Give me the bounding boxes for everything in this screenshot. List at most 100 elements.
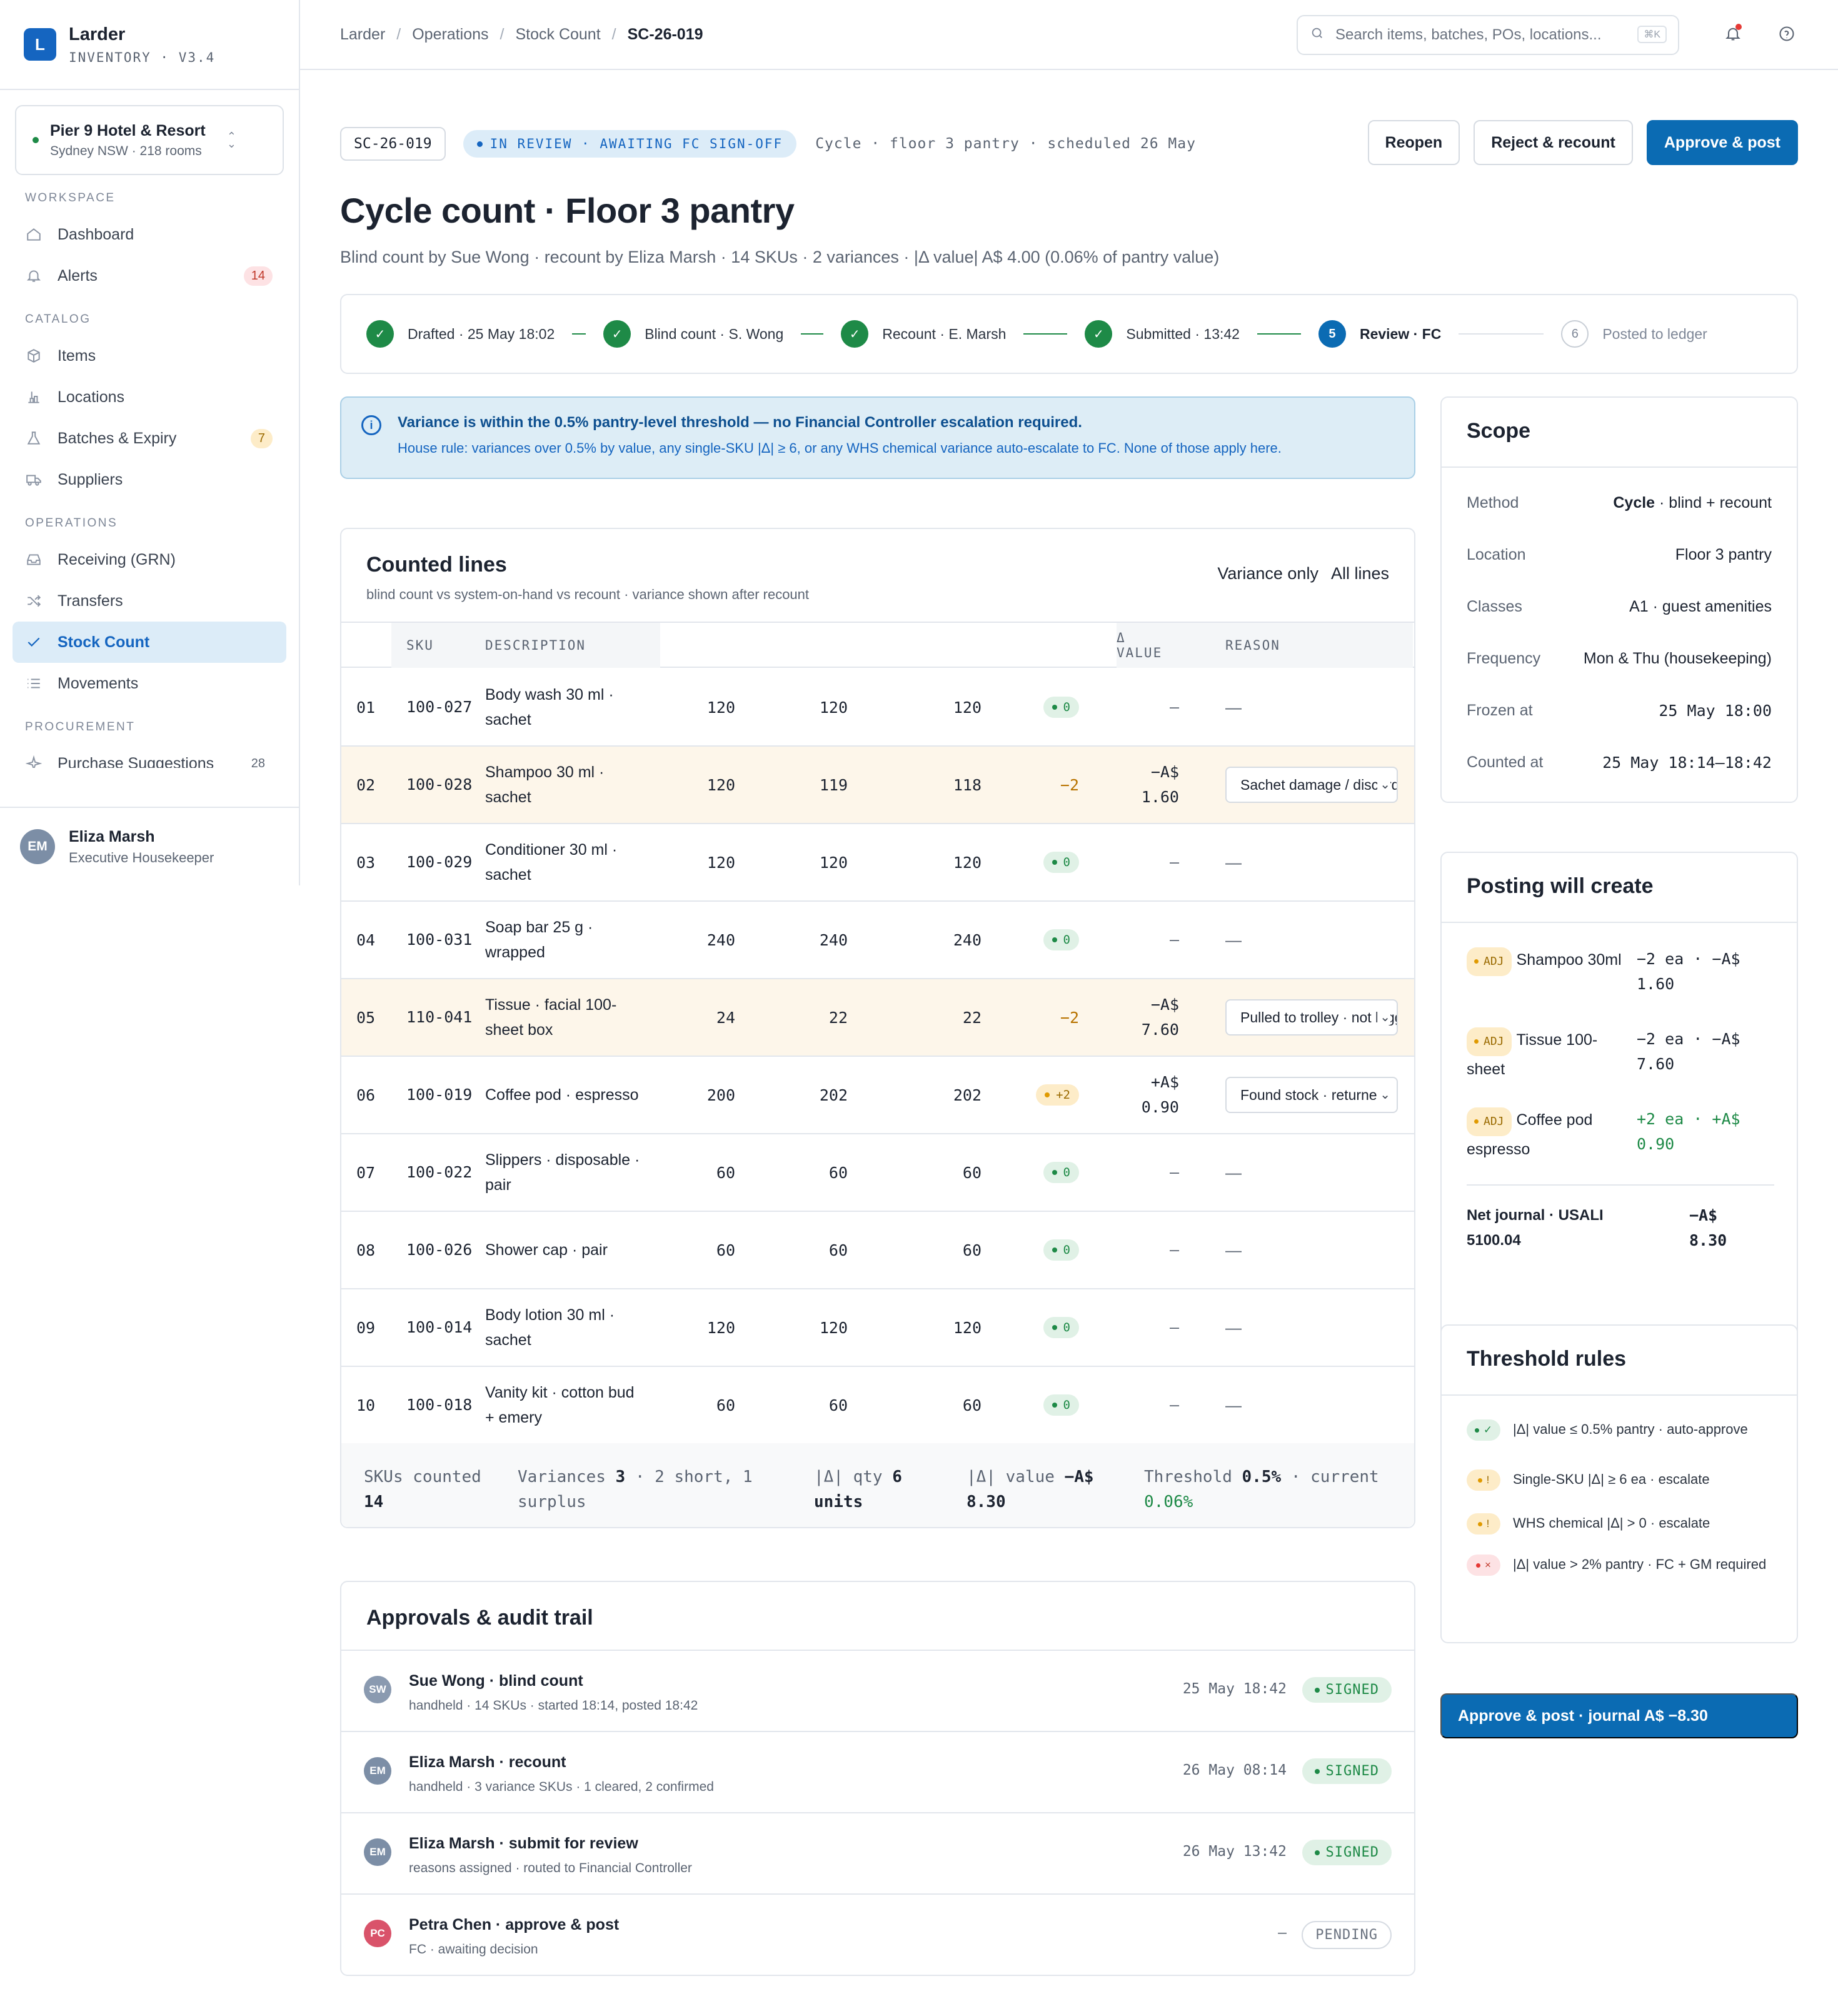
nav-section-operations: OPERATIONS: [25, 517, 118, 530]
col-description[interactable]: DESCRIPTION: [485, 623, 660, 668]
table-row[interactable]: 04 100-031 Soap bar 25 g · wrapped 240 240 24…: [341, 902, 1414, 979]
table-row[interactable]: 03 100-029 Conditioner 30 ml · sachet 120 12…: [341, 824, 1414, 902]
threshold-callout: i Variance is within the 0.5% pantry-lev…: [340, 396, 1415, 479]
adjustment-tag: ADJ: [1467, 947, 1512, 976]
row-reason[interactable]: Pulled to trolley · not logged⌄: [1225, 979, 1407, 1056]
divider: [1442, 466, 1797, 468]
row-sku: 100-029: [406, 853, 473, 871]
search-input[interactable]: Search items, batches, POs, locations...…: [1297, 15, 1679, 55]
sidebar-item-alerts[interactable]: Alerts 14: [13, 255, 286, 296]
step-connector: [572, 333, 586, 335]
topbar: Larder / Operations / Stock Count / SC-2…: [300, 0, 1838, 70]
breadcrumb: Larder / Operations / Stock Count / SC-2…: [340, 26, 703, 44]
reason-text: —: [1225, 1395, 1242, 1414]
threshold-rule: ✓ |Δ| value ≤ 0.5% pantry · auto-approve: [1467, 1419, 1779, 1441]
sidebar-item-items[interactable]: Items: [13, 335, 286, 376]
table-row[interactable]: 07 100-022 Slippers · disposable · pair 60 6…: [341, 1134, 1414, 1212]
col-delta-value[interactable]: Δ VALUE: [1117, 623, 1235, 668]
reopen-button[interactable]: Reopen: [1367, 120, 1460, 165]
summary-value-delta: |Δ| value −A$ 8.30: [967, 1464, 1104, 1515]
row-recount-qty: 120: [953, 853, 982, 872]
status-text: SIGNED: [1325, 1682, 1379, 1698]
check-icon: ✓: [1085, 320, 1113, 348]
row-description: Body lotion 30 ml · sachet: [485, 1306, 615, 1349]
row-number: 05: [356, 1008, 376, 1027]
reason-select[interactable]: Pulled to trolley · not logged⌄: [1225, 999, 1398, 1036]
chevron-down-icon: ⌄: [1377, 1009, 1390, 1025]
posting-item-label: ADJ Coffee pod espresso: [1467, 1107, 1635, 1162]
sidebar-item-transfers[interactable]: Transfers: [13, 580, 286, 622]
sidebar-item-suppliers[interactable]: Suppliers: [13, 459, 286, 500]
row-system-qty: 120: [706, 775, 735, 794]
status-badge: SIGNED: [1302, 1758, 1392, 1784]
col-reason[interactable]: REASON: [1225, 623, 1413, 668]
variance-badge: 0: [1043, 1239, 1079, 1261]
scope-value: Cycle · blind + recount: [1613, 494, 1772, 512]
variance-text: +2: [1056, 1088, 1070, 1102]
reason-text: —: [1225, 852, 1242, 872]
sidebar-item-stock-count[interactable]: Stock Count: [13, 622, 286, 663]
breadcrumb-operations[interactable]: Operations: [412, 26, 488, 44]
row-description: Soap bar 25 g · wrapped: [485, 919, 593, 961]
row-reason[interactable]: Found stock · returned ⌄: [1225, 1057, 1407, 1133]
divider: [1442, 922, 1797, 923]
row-reason: —: [1225, 669, 1407, 745]
table-row[interactable]: 10 100-018 Vanity kit · cotton bud + emery…: [341, 1367, 1414, 1444]
property-switcher[interactable]: Pier 9 Hotel & Resort Sydney NSW · 218 r…: [15, 105, 284, 175]
summary-qty: |Δ| qty 6 units: [814, 1464, 927, 1515]
count-id-chip: SC-26-019: [340, 127, 446, 161]
table-row[interactable]: 06 100-019 Coffee pod · espresso 200 202 202 +…: [341, 1057, 1414, 1134]
check-icon: ✓: [366, 320, 394, 348]
row-blind-qty: 202: [819, 1086, 848, 1104]
breadcrumb-larder[interactable]: Larder: [340, 26, 385, 44]
sidebar-item-receiving[interactable]: Receiving (GRN): [13, 539, 286, 580]
avatar: EM: [364, 1757, 391, 1785]
reason-select[interactable]: Sachet damage / discard ⌄: [1225, 767, 1398, 803]
posting-item-label: ADJ Tissue 100-sheet: [1467, 1027, 1635, 1082]
row-delta-value: —: [1169, 698, 1179, 716]
table-row[interactable]: 02 100-028 Shampoo 30 ml · sachet 120 119 118…: [341, 747, 1414, 824]
row-blind-qty: 240: [819, 930, 848, 949]
filter-all-lines[interactable]: All lines: [1331, 564, 1389, 583]
adjustment-tag-text: ADJ: [1484, 954, 1504, 968]
row-variance: 0: [992, 669, 1079, 745]
scope-classes: Classes A1 · guest amenities: [1467, 594, 1772, 619]
filter-variance-only[interactable]: Variance only: [1217, 564, 1318, 583]
adjustment-dot: [1474, 959, 1479, 964]
reason-select[interactable]: Found stock · returned ⌄: [1225, 1077, 1398, 1113]
step-number: 5: [1318, 320, 1346, 348]
col-sku[interactable]: SKU: [406, 623, 494, 668]
approval-row: SW Sue Wong · blind count handheld · 14 SK…: [341, 1650, 1414, 1731]
notifications-button[interactable]: [1719, 21, 1747, 49]
sidebar-item-batches[interactable]: Batches & Expiry 7: [13, 418, 286, 459]
table-row[interactable]: 05 110-041 Tissue · facial 100-sheet box 24…: [341, 979, 1414, 1057]
variance-dot: [1052, 1325, 1057, 1330]
list-icon: [25, 675, 43, 692]
row-delta-value: −A$ 7.60: [1141, 995, 1179, 1039]
table-row[interactable]: 08 100-026 Shower cap · pair 60 60 60 0 — —: [341, 1212, 1414, 1289]
scope-value: Mon & Thu (housekeeping): [1583, 649, 1772, 667]
sidebar-item-label: Transfers: [58, 592, 123, 610]
sidebar-item-label: Dashboard: [58, 225, 134, 243]
posting-item-label: ADJ Shampoo 30ml: [1467, 947, 1635, 976]
sidebar-item-movements[interactable]: Movements: [13, 663, 286, 704]
step-recount: ✓ Recount · E. Marsh: [841, 320, 1006, 348]
sidebar-item-dashboard[interactable]: Dashboard: [13, 214, 286, 255]
approve-post-journal-button[interactable]: Approve & post · journal A$ −8.30: [1440, 1693, 1798, 1738]
threshold-rules-card: Threshold rules ✓ |Δ| value ≤ 0.5% pantry…: [1440, 1324, 1798, 1643]
approve-post-button[interactable]: Approve & post: [1646, 120, 1798, 165]
table-row[interactable]: 09 100-014 Body lotion 30 ml · sachet 120 12…: [341, 1289, 1414, 1367]
sidebar-item-locations[interactable]: Locations: [13, 376, 286, 418]
help-button[interactable]: [1773, 21, 1800, 49]
row-reason[interactable]: Sachet damage / discard ⌄: [1225, 747, 1407, 823]
sidebar-item-label: Locations: [58, 388, 125, 406]
user-profile[interactable]: EM Eliza Marsh Executive Housekeeper: [0, 807, 299, 885]
breadcrumb-stock-count[interactable]: Stock Count: [515, 26, 600, 44]
row-number: 02: [356, 775, 376, 794]
table-row[interactable]: 01 100-027 Body wash 30 ml · sachet 120 120 1…: [341, 669, 1414, 747]
scope-method: Method Cycle · blind + recount: [1467, 490, 1772, 515]
sidebar-item-purchase-suggestions[interactable]: Purchase Suggestions 28: [13, 743, 286, 768]
property-status-dot: [33, 137, 39, 143]
reject-recount-button[interactable]: Reject & recount: [1474, 120, 1633, 165]
row-number: 06: [356, 1086, 376, 1104]
